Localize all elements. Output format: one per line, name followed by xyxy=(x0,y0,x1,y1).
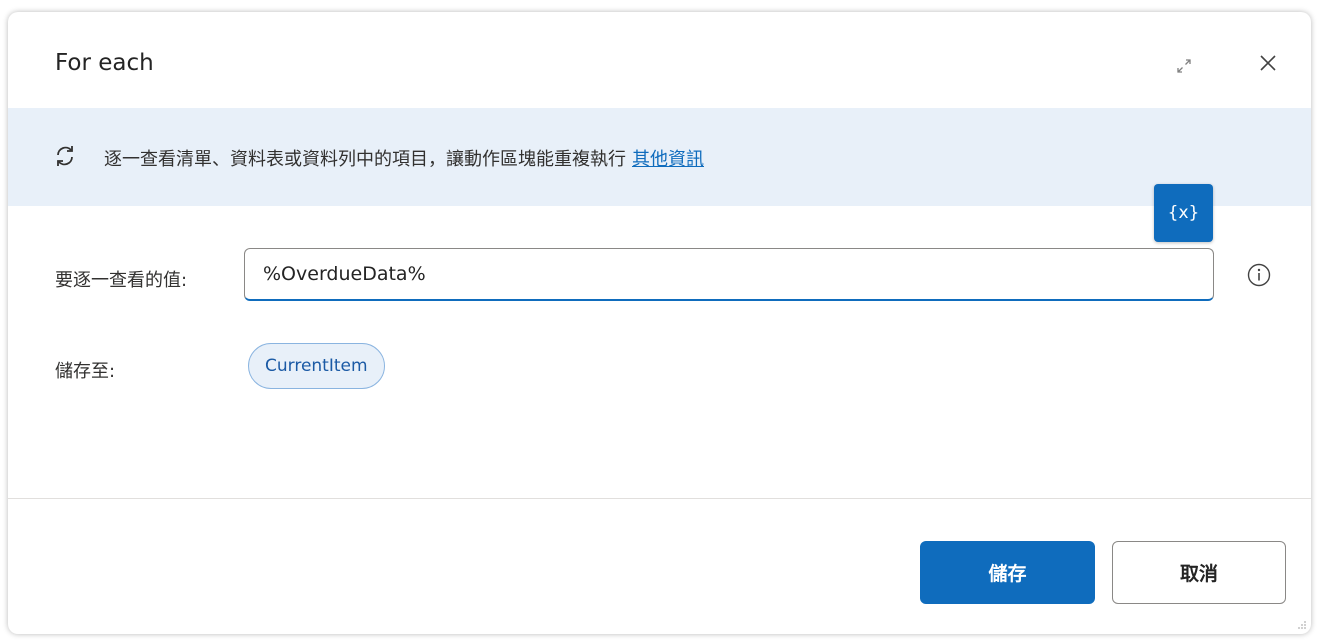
more-info-link[interactable]: 其他資訊 xyxy=(632,149,704,170)
info-icon[interactable] xyxy=(1246,262,1272,288)
for-each-dialog: For each 逐一查看清單、資料表或資料列中的項目，讓動作區塊能重複執行 其他… xyxy=(8,12,1311,634)
info-banner: 逐一查看清單、資料表或資料列中的項目，讓動作區塊能重複執行 其他資訊 xyxy=(8,108,1311,206)
store-into-label: 儲存至: xyxy=(55,361,116,382)
close-button[interactable] xyxy=(1253,48,1283,78)
save-button[interactable]: 儲存 xyxy=(920,541,1095,604)
dialog-title: For each xyxy=(55,50,154,76)
insert-variable-button[interactable]: {x} xyxy=(1154,184,1213,242)
current-item-variable[interactable]: CurrentItem xyxy=(248,343,385,389)
banner-description: 逐一查看清單、資料表或資料列中的項目，讓動作區塊能重複執行 xyxy=(104,149,626,170)
loop-icon xyxy=(57,146,73,166)
cancel-button[interactable]: 取消 xyxy=(1112,541,1286,604)
expand-icon xyxy=(1177,59,1191,73)
value-to-iterate-input[interactable] xyxy=(244,248,1214,301)
footer-divider xyxy=(8,498,1311,499)
value-to-iterate-label: 要逐一查看的值: xyxy=(55,270,188,291)
resize-grip-icon[interactable] xyxy=(1297,620,1307,630)
banner-text: 逐一查看清單、資料表或資料列中的項目，讓動作區塊能重複執行 其他資訊 xyxy=(104,145,704,171)
expand-button[interactable] xyxy=(1170,52,1198,80)
close-icon xyxy=(1260,55,1276,71)
